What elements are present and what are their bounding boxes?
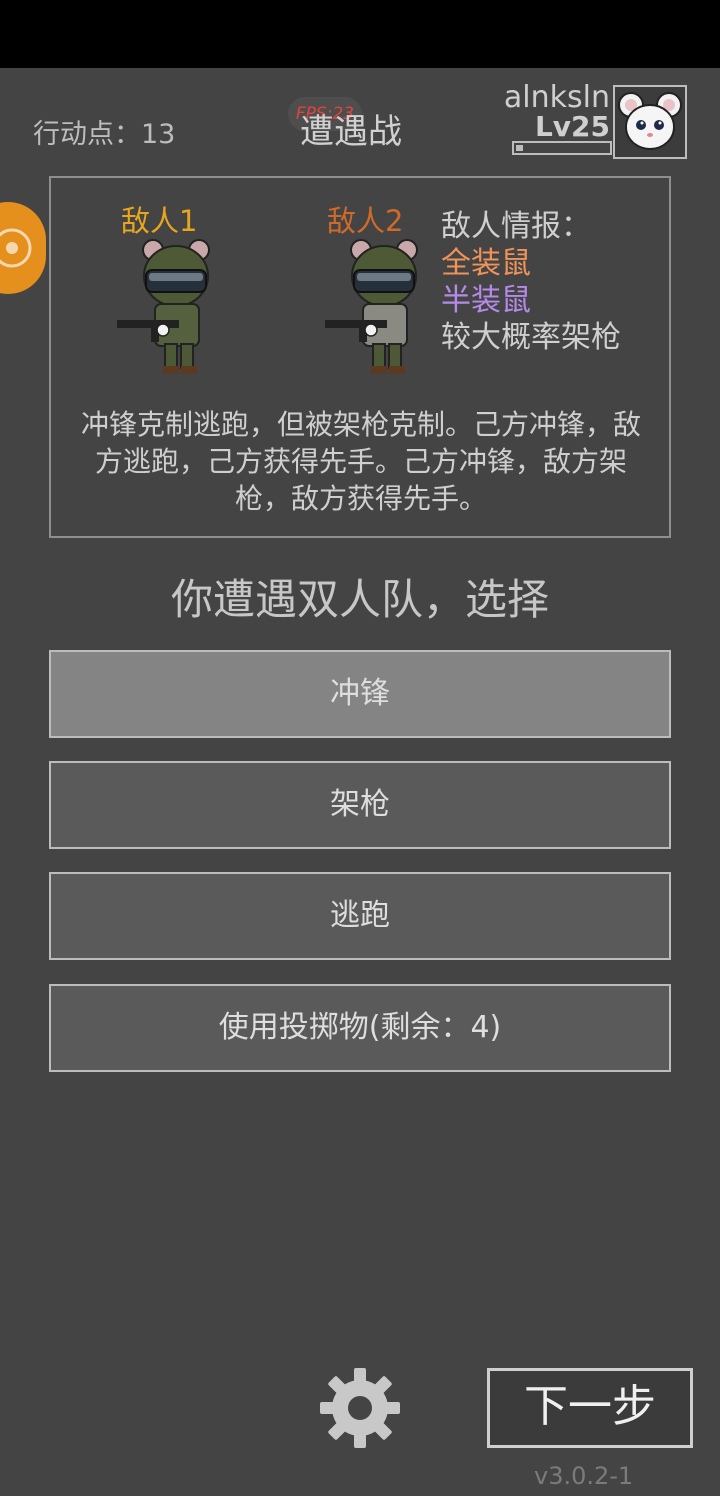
action-points: 行动点：13 xyxy=(33,119,176,150)
gear-icon[interactable] xyxy=(318,1366,402,1450)
intel-title: 敌人情报： xyxy=(441,209,591,244)
charge-button[interactable]: 冲锋 xyxy=(49,650,671,738)
throwable-button[interactable]: 使用投掷物(剩余：4) xyxy=(49,984,671,1072)
enemy-info-panel: 敌人1 敌人2 敌人情报： 全装鼠 半装鼠 较大概率架枪 冲锋克制逃跑，但被架枪… xyxy=(49,176,671,538)
encounter-prompt: 你遭遇双人队，选择 xyxy=(170,575,549,624)
xp-bar xyxy=(512,141,612,155)
intel-half-armor: 半装鼠 xyxy=(441,283,531,318)
intel-full-armor: 全装鼠 xyxy=(441,246,531,281)
side-menu-icon[interactable] xyxy=(0,202,46,294)
avatar[interactable] xyxy=(613,85,687,159)
enemy-2-label: 敌人2 xyxy=(327,204,404,238)
intel-note: 较大概率架枪 xyxy=(441,320,621,355)
enemy-intel: 敌人情报： 全装鼠 半装鼠 较大概率架枪 xyxy=(441,208,621,356)
player-level: Lv25 xyxy=(534,110,610,143)
page-title: 遭遇战 xyxy=(300,112,402,152)
enemy-1-soldier-icon xyxy=(117,239,210,374)
rules-description: 冲锋克制逃跑，但被架枪克制。己方冲锋，敌方逃跑，己方获得先手。己方冲锋，敌方架枪… xyxy=(80,408,641,515)
ambush-button[interactable]: 架枪 xyxy=(49,761,671,849)
version-label: v3.0.2-1 xyxy=(534,1462,634,1490)
flee-button[interactable]: 逃跑 xyxy=(49,872,671,960)
xp-bar-fill xyxy=(516,145,523,151)
mouse-avatar-icon xyxy=(618,92,682,150)
status-bar xyxy=(0,0,720,68)
next-step-button[interactable]: 下一步 xyxy=(487,1368,693,1448)
enemy-2-soldier-icon xyxy=(325,239,418,374)
enemy-1-label: 敌人1 xyxy=(121,204,198,238)
